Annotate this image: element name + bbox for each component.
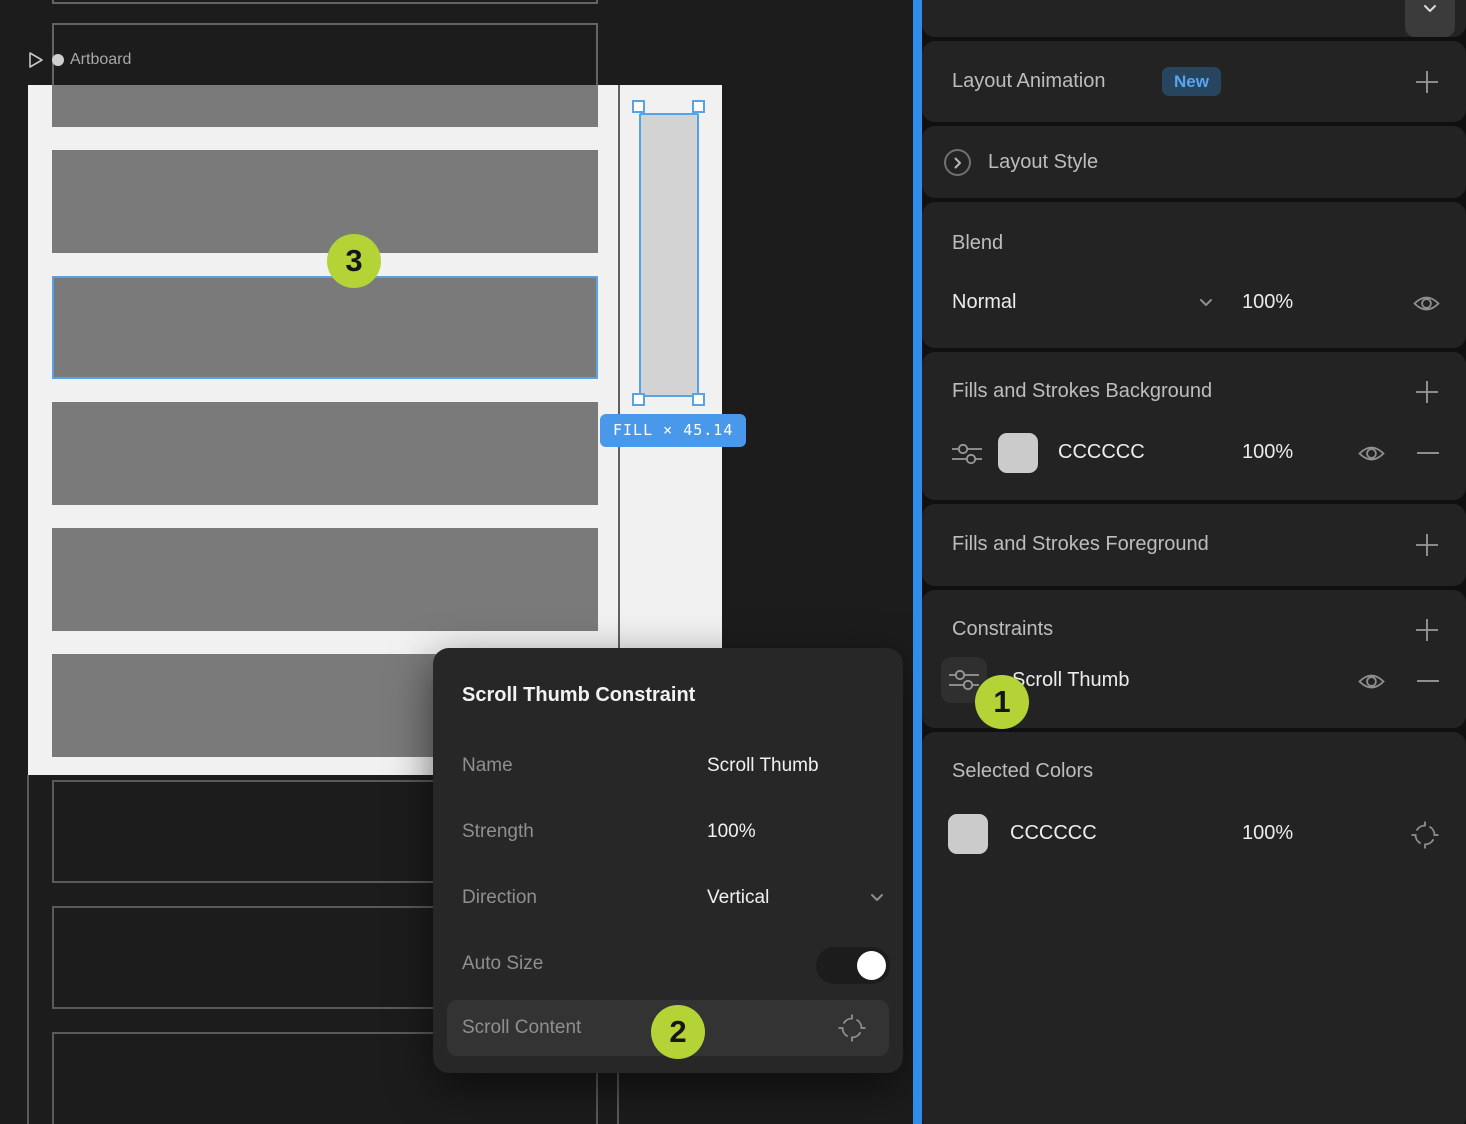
section-selected-colors: Selected Colors CCCCCC 100% bbox=[922, 732, 1466, 1124]
add-icon[interactable] bbox=[1414, 532, 1440, 558]
scroll-thumb-constraint-popup: Scroll Thumb Constraint Name Scroll Thum… bbox=[433, 648, 903, 1073]
strength-value[interactable]: 100% bbox=[707, 821, 756, 843]
chevron-down-icon[interactable] bbox=[870, 893, 884, 902]
chevron-down-icon bbox=[1424, 5, 1436, 12]
strength-label: Strength bbox=[462, 821, 534, 842]
chevron-down-icon[interactable] bbox=[1199, 298, 1213, 307]
artboard-dot-icon bbox=[52, 54, 64, 66]
section-fills-background: Fills and Strokes Background CCCCCC 100% bbox=[922, 352, 1466, 500]
auto-size-toggle[interactable] bbox=[816, 947, 890, 984]
remove-icon[interactable] bbox=[1417, 452, 1439, 454]
expand-triangle-icon[interactable] bbox=[27, 50, 45, 70]
selected-color-value[interactable]: CCCCCC bbox=[1010, 822, 1097, 845]
list-item[interactable] bbox=[52, 150, 598, 253]
sliders-icon[interactable] bbox=[952, 442, 982, 466]
blend-mode-select[interactable]: Normal bbox=[952, 291, 1016, 314]
section-blend: Blend Normal 100% bbox=[922, 202, 1466, 348]
name-value[interactable]: Scroll Thumb bbox=[707, 755, 819, 777]
artboard-edge-line-left bbox=[27, 775, 29, 1124]
app-window: Artboard FILL × 45.14 3 Scroll Thumb Con… bbox=[0, 0, 1466, 1124]
list-item[interactable] bbox=[52, 528, 598, 631]
annotation-badge-1: 1 bbox=[975, 675, 1029, 729]
eye-icon[interactable] bbox=[1413, 294, 1440, 313]
section-layout-style[interactable]: Layout Style bbox=[922, 126, 1466, 198]
target-picker-icon[interactable] bbox=[1410, 820, 1440, 850]
remove-icon[interactable] bbox=[1417, 680, 1439, 682]
list-item-selected[interactable] bbox=[52, 276, 598, 379]
constraint-item-name[interactable]: Scroll Thumb bbox=[1012, 669, 1129, 692]
eye-icon[interactable] bbox=[1358, 444, 1385, 463]
add-icon[interactable] bbox=[1414, 69, 1440, 95]
collapse-button[interactable] bbox=[1405, 0, 1455, 37]
section-title: Fills and Strokes Foreground bbox=[952, 533, 1209, 555]
size-badge: FILL × 45.14 bbox=[600, 414, 747, 447]
popup-title: Scroll Thumb Constraint bbox=[462, 684, 696, 706]
card-clipped-top bbox=[922, 0, 1466, 37]
blend-opacity[interactable]: 100% bbox=[1242, 291, 1293, 314]
new-badge: New bbox=[1162, 67, 1221, 96]
selection-handle-top-left[interactable] bbox=[632, 100, 645, 113]
list-item-outline-offscreen-top[interactable] bbox=[52, 0, 598, 4]
expand-circle-icon[interactable] bbox=[944, 149, 971, 176]
section-title: Constraints bbox=[952, 618, 1054, 640]
scroll-thumb[interactable] bbox=[639, 113, 699, 397]
section-title: Layout Style bbox=[988, 151, 1099, 173]
selection-handle-bottom-left[interactable] bbox=[632, 393, 645, 406]
selection-handle-bottom-right[interactable] bbox=[692, 393, 705, 406]
section-title: Selected Colors bbox=[952, 760, 1094, 782]
add-icon[interactable] bbox=[1414, 379, 1440, 405]
section-title: Fills and Strokes Background bbox=[952, 380, 1213, 402]
section-title: Layout Animation bbox=[952, 70, 1106, 92]
color-swatch[interactable] bbox=[998, 433, 1038, 473]
direction-label: Direction bbox=[462, 887, 537, 908]
add-icon[interactable] bbox=[1414, 617, 1440, 643]
selected-color-opacity[interactable]: 100% bbox=[1242, 822, 1293, 845]
inspector-panel: Layout Animation New Layout Style Blend … bbox=[922, 0, 1466, 1124]
sliders-icon bbox=[949, 669, 979, 691]
annotation-badge-3: 3 bbox=[327, 234, 381, 288]
list-item[interactable] bbox=[52, 85, 598, 127]
list-item[interactable] bbox=[52, 402, 598, 505]
section-layout-animation: Layout Animation New bbox=[922, 41, 1466, 122]
scroll-content-label: Scroll Content bbox=[462, 1017, 582, 1038]
target-picker-icon[interactable] bbox=[837, 1013, 867, 1043]
selection-handle-top-right[interactable] bbox=[692, 100, 705, 113]
chevron-right-icon bbox=[954, 157, 961, 168]
section-title: Blend bbox=[952, 232, 1004, 254]
fill-color-value[interactable]: CCCCCC bbox=[1058, 441, 1145, 464]
name-label: Name bbox=[462, 755, 513, 776]
auto-size-label: Auto Size bbox=[462, 953, 544, 974]
panel-resize-divider[interactable] bbox=[913, 0, 922, 1124]
annotation-badge-2: 2 bbox=[651, 1005, 705, 1059]
fill-opacity[interactable]: 100% bbox=[1242, 441, 1293, 464]
eye-icon[interactable] bbox=[1358, 672, 1385, 691]
section-fills-foreground: Fills and Strokes Foreground bbox=[922, 504, 1466, 586]
color-swatch[interactable] bbox=[948, 814, 988, 854]
toggle-knob bbox=[857, 951, 886, 980]
canvas[interactable]: Artboard FILL × 45.14 3 Scroll Thumb Con… bbox=[0, 0, 913, 1124]
direction-select[interactable]: Vertical bbox=[707, 887, 769, 909]
artboard-title[interactable]: Artboard bbox=[70, 50, 131, 70]
